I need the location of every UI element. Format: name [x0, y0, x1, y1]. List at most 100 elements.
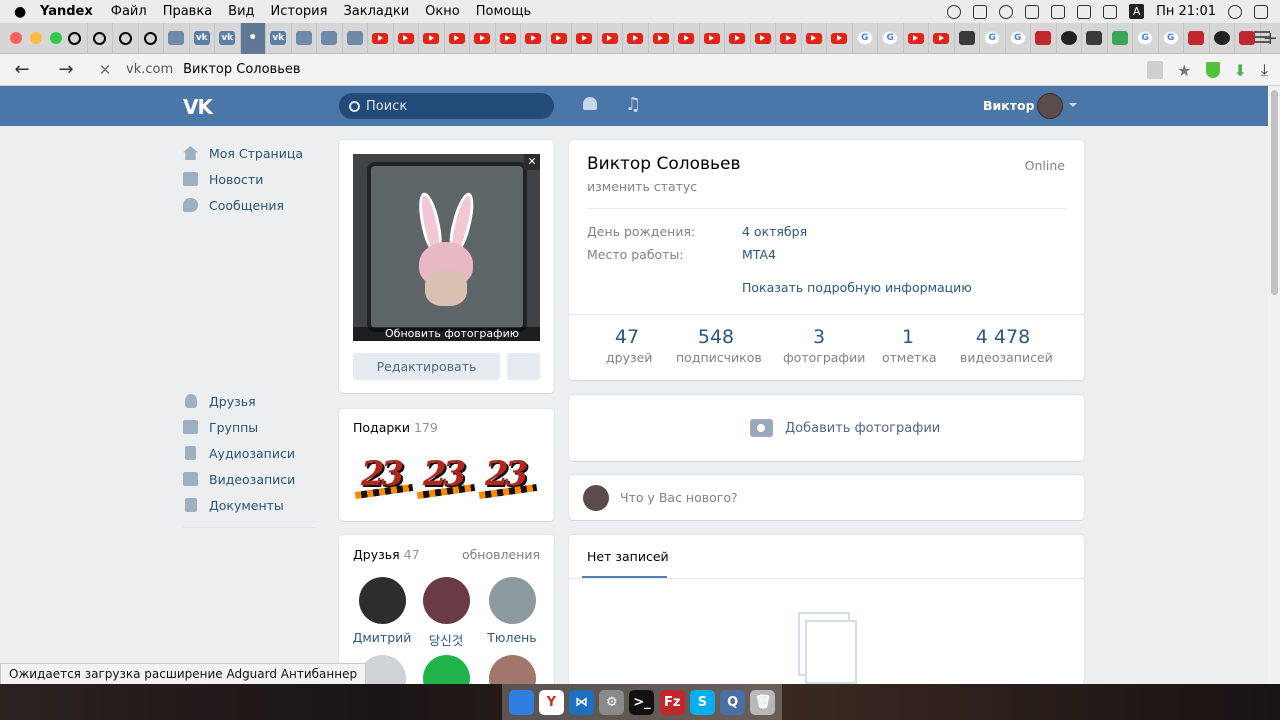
menu-history[interactable]: История: [271, 4, 328, 19]
input-source-indicator[interactable]: A: [1129, 4, 1145, 19]
gift-item[interactable]: 23: [416, 454, 476, 502]
menu-edit[interactable]: Правка: [163, 4, 212, 19]
battery-status-icon[interactable]: [1051, 4, 1066, 19]
browser-tab[interactable]: [674, 22, 700, 54]
browser-tab[interactable]: G: [1133, 22, 1159, 54]
new-post-input[interactable]: Что у Вас нового?: [620, 490, 738, 505]
browser-tab[interactable]: [776, 22, 802, 54]
nav-item-groups[interactable]: Группы: [183, 414, 323, 440]
browser-tab[interactable]: vk: [266, 22, 292, 54]
browser-tab[interactable]: [1057, 22, 1082, 54]
browser-tab[interactable]: [751, 22, 776, 54]
trash-icon[interactable]: 🗑: [750, 689, 776, 715]
browser-tab[interactable]: [139, 22, 164, 54]
quicktime-icon[interactable]: Q: [720, 689, 746, 715]
workplace-value[interactable]: MTA4: [742, 247, 776, 262]
browser-tab[interactable]: [904, 22, 929, 54]
nav-item-documents[interactable]: Документы: [183, 492, 323, 518]
counter-photos[interactable]: 3 фотографии: [783, 326, 865, 365]
nav-item-my-page[interactable]: Моя Страница: [183, 140, 323, 166]
counter-subscribers[interactable]: 548 подписчиков: [676, 326, 762, 365]
forward-button[interactable]: →: [44, 59, 88, 80]
menu-file[interactable]: Файл: [111, 4, 147, 19]
browser-tab[interactable]: [1082, 22, 1108, 54]
browser-tab[interactable]: [649, 22, 674, 54]
tab-no-posts[interactable]: Нет записей: [587, 549, 669, 564]
browser-tab[interactable]: vk: [215, 22, 241, 54]
friends-updates-link[interactable]: обновления: [462, 547, 540, 562]
browser-tab[interactable]: [62, 22, 88, 54]
browser-tab[interactable]: G: [1159, 22, 1184, 54]
browser-tab[interactable]: [802, 22, 827, 54]
browser-tab[interactable]: •: [240, 22, 266, 54]
browser-tab[interactable]: [317, 22, 343, 54]
minimize-window-button[interactable]: [30, 32, 42, 44]
menu-bookmarks[interactable]: Закладки: [343, 4, 409, 19]
volume-status-icon[interactable]: [1077, 4, 1092, 19]
terminal-icon[interactable]: >_: [629, 689, 655, 715]
browser-tab[interactable]: [343, 22, 368, 54]
nvidia-status-icon[interactable]: [973, 4, 988, 19]
menu-view[interactable]: Вид: [228, 4, 254, 19]
nav-item-news[interactable]: Новости: [183, 166, 323, 192]
counter-tags[interactable]: 1 отметка: [882, 326, 937, 365]
page-scrollbar-thumb[interactable]: [1271, 90, 1278, 295]
gifts-header[interactable]: Подарки 179: [353, 420, 438, 435]
browser-tab[interactable]: [113, 22, 139, 54]
browser-tab[interactable]: [496, 22, 521, 54]
music-note-icon[interactable]: ♫: [625, 94, 641, 115]
menu-window[interactable]: Окно: [425, 4, 460, 19]
record-status-icon[interactable]: [999, 4, 1014, 19]
counter-friends[interactable]: 47 друзей: [606, 326, 652, 365]
browser-tab[interactable]: [572, 22, 598, 54]
filezilla-icon[interactable]: Fz: [659, 689, 685, 715]
change-status-link[interactable]: изменить статус: [587, 179, 697, 194]
browser-tab[interactable]: [419, 22, 445, 54]
browser-tab[interactable]: [292, 22, 317, 54]
header-user-avatar[interactable]: [1037, 93, 1063, 119]
friend-item[interactable]: Дмитрий: [350, 577, 414, 645]
add-photos-card[interactable]: Добавить фотографии: [569, 395, 1084, 461]
browser-tab[interactable]: [521, 22, 547, 54]
vk-logo[interactable]: VK: [183, 95, 213, 119]
tabs-menu-icon[interactable]: [1254, 31, 1270, 45]
eject-status-icon[interactable]: [1103, 4, 1118, 19]
url-field[interactable]: vk.com Виктор Соловьев: [126, 62, 301, 77]
checkmark-status-icon[interactable]: [947, 4, 962, 19]
lock-icon[interactable]: [1147, 61, 1164, 79]
skype-icon[interactable]: S: [689, 689, 715, 715]
notifications-bell-icon[interactable]: [582, 97, 598, 114]
clock[interactable]: Пн 21:01: [1156, 4, 1216, 19]
close-window-button[interactable]: [10, 32, 22, 44]
browser-tab[interactable]: [598, 22, 623, 54]
browser-tab[interactable]: [1108, 22, 1133, 54]
browser-tab[interactable]: [368, 22, 394, 54]
browser-tab[interactable]: [394, 22, 419, 54]
savefrom-download-icon[interactable]: ⬇: [1234, 61, 1247, 80]
yandex-browser-icon[interactable]: Y: [538, 689, 564, 715]
apple-menu-icon[interactable]: ●: [14, 4, 40, 20]
browser-tab[interactable]: [623, 22, 649, 54]
browser-tab[interactable]: G: [853, 22, 878, 54]
system-preferences-icon[interactable]: ⚙: [599, 689, 625, 715]
finder-icon[interactable]: [508, 689, 534, 715]
nav-item-friends[interactable]: Друзья: [183, 388, 323, 414]
browser-tab[interactable]: [164, 22, 190, 54]
close-icon[interactable]: ✕: [524, 154, 540, 170]
birthday-value[interactable]: 4 октября: [742, 224, 807, 239]
browser-tab[interactable]: [470, 22, 496, 54]
dropbox-status-icon[interactable]: [1025, 4, 1040, 19]
browser-tab[interactable]: [725, 22, 751, 54]
zoom-window-button[interactable]: [50, 32, 62, 44]
menu-help[interactable]: Помощь: [476, 4, 531, 19]
edit-profile-button[interactable]: Редактировать: [353, 353, 500, 380]
browser-tab[interactable]: [955, 22, 980, 54]
browser-tab[interactable]: [88, 22, 113, 54]
app-menu[interactable]: Yandex: [40, 4, 93, 19]
browser-tab[interactable]: G: [878, 22, 904, 54]
browser-tab[interactable]: [1031, 22, 1057, 54]
friends-header[interactable]: Друзья 47: [353, 547, 420, 562]
more-actions-button[interactable]: [507, 353, 540, 380]
friend-item[interactable]: 당신것: [414, 577, 478, 649]
browser-tab[interactable]: [445, 22, 470, 54]
